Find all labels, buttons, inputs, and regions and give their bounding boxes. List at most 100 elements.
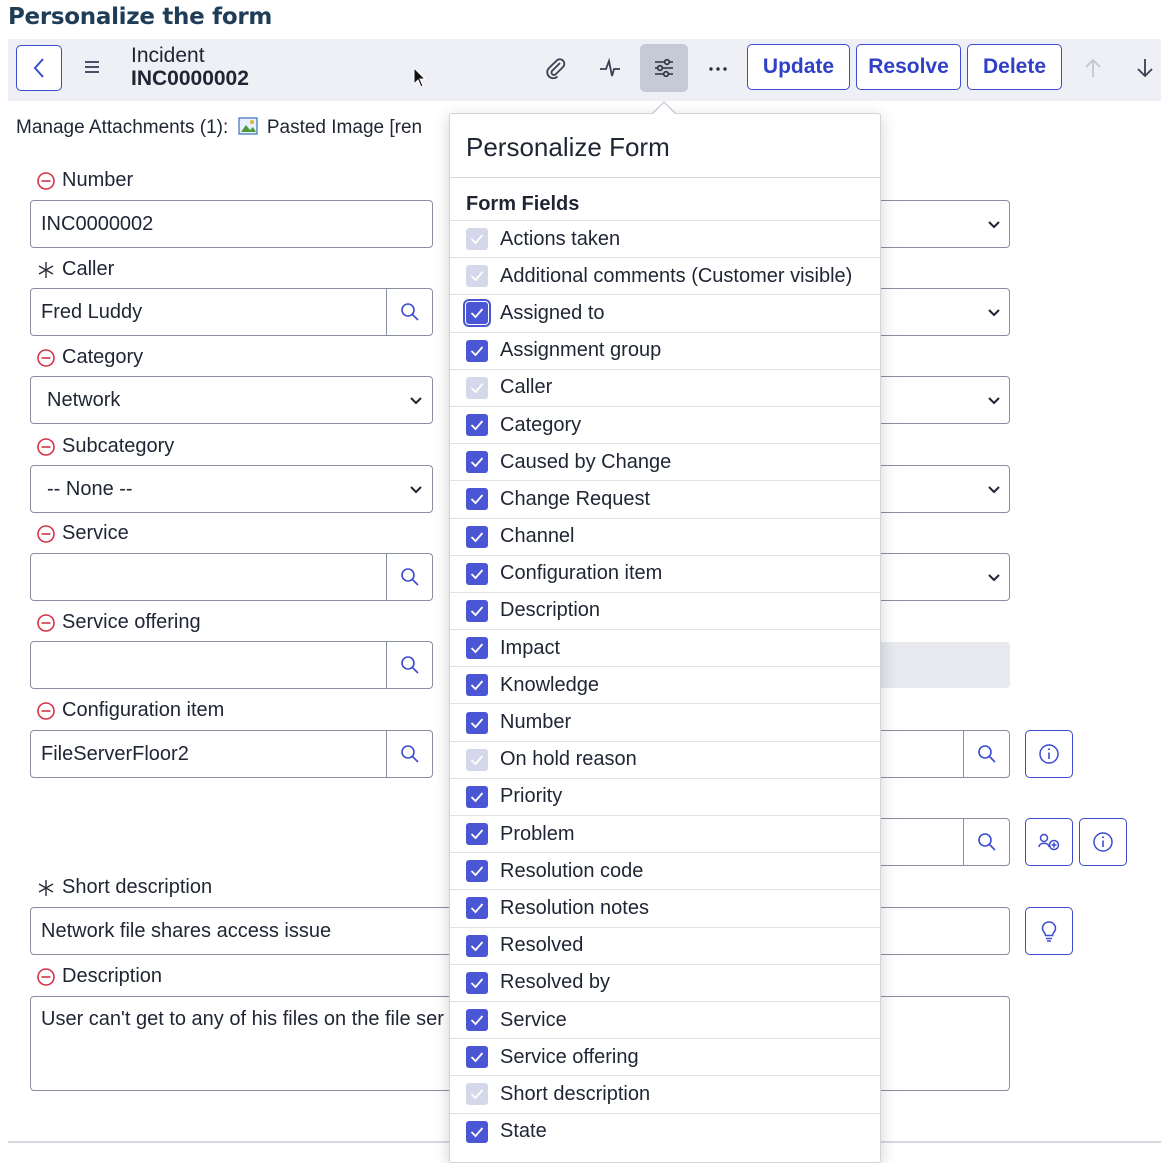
checkbox-checked[interactable] [466, 860, 488, 883]
form-field-row[interactable]: Resolution code [450, 852, 880, 889]
form-field-row[interactable]: Short description [450, 1075, 880, 1112]
right-lookup-button-1[interactable] [963, 731, 1009, 777]
checkbox-checked[interactable] [466, 971, 488, 994]
form-field-row[interactable]: Configuration item [450, 554, 880, 592]
subcategory-select[interactable]: -- None -- [30, 465, 433, 513]
form-field-row[interactable]: State [450, 1112, 880, 1150]
checkmark-icon [470, 829, 484, 840]
activity-button[interactable] [586, 44, 634, 92]
checkbox-checked[interactable] [466, 562, 488, 585]
subcategory-value: -- None -- [47, 477, 133, 500]
checkbox-checked[interactable] [466, 599, 488, 622]
caller-field[interactable]: Fred Luddy [30, 288, 433, 336]
checkbox-checked[interactable] [466, 674, 488, 697]
form-field-row[interactable]: Resolved by [450, 963, 880, 1001]
number-field[interactable]: INC0000002 [30, 200, 433, 248]
right-lookup-button-2[interactable] [963, 819, 1009, 865]
checkbox-checked[interactable] [466, 1120, 488, 1143]
checkbox-checked[interactable] [466, 711, 488, 734]
checkbox-checked[interactable] [466, 637, 488, 660]
checkbox-checked[interactable] [466, 785, 488, 808]
checkbox-checked[interactable] [466, 934, 488, 957]
form-field-row[interactable]: Knowledge [450, 666, 880, 703]
search-icon [400, 745, 419, 763]
form-field-row[interactable]: Service offering [450, 1038, 880, 1075]
chevron-down-icon [410, 397, 422, 405]
service-field[interactable] [30, 553, 433, 601]
form-field-row[interactable]: Number [450, 703, 880, 740]
caller-value: Fred Luddy [41, 300, 143, 323]
checkbox-checked[interactable] [466, 451, 488, 474]
checkbox-checked[interactable] [466, 1046, 488, 1069]
add-group-button[interactable] [1025, 818, 1073, 866]
record-title: Incident INC0000002 [131, 44, 249, 90]
configuration-item-value: FileServerFloor2 [41, 742, 189, 765]
checkbox-checked[interactable] [466, 414, 488, 437]
checkmark-icon [470, 420, 484, 431]
form-field-row[interactable]: Resolution notes [450, 889, 880, 926]
search-icon [977, 745, 996, 763]
chevron-down-icon [410, 486, 422, 494]
more-options-button[interactable] [694, 44, 742, 92]
search-icon [400, 303, 419, 321]
delete-button[interactable]: Delete [967, 44, 1062, 90]
form-field-row[interactable]: Description [450, 591, 880, 629]
short-description-label-text: Short description [62, 876, 213, 898]
mandatory-minus-icon [37, 348, 55, 367]
configuration-item-field[interactable]: FileServerFloor2 [30, 730, 433, 778]
checkmark-icon [470, 1052, 484, 1063]
service-offering-field[interactable] [30, 641, 433, 689]
checkbox-checked[interactable] [463, 299, 491, 328]
form-field-row[interactable]: Actions taken [450, 220, 880, 257]
checkbox-checked[interactable] [466, 1009, 488, 1032]
form-field-row[interactable]: Category [450, 405, 880, 443]
form-field-row[interactable]: Resolved [450, 926, 880, 964]
manage-attachments-link[interactable]: Manage Attachments (1): [16, 117, 228, 138]
attachments-bar: Manage Attachments (1): Pasted Image [re… [16, 116, 422, 139]
form-field-row[interactable]: Service [450, 1000, 880, 1038]
form-field-row[interactable]: Caused by Change [450, 443, 880, 480]
checkbox-checked[interactable] [466, 525, 488, 548]
service-lookup-button[interactable] [386, 554, 432, 600]
category-select[interactable]: Network [30, 376, 433, 424]
checkmark-icon [470, 383, 484, 394]
description-label: Description [36, 965, 162, 988]
suggestion-button[interactable] [1025, 907, 1073, 955]
form-field-label: Resolution notes [500, 896, 649, 919]
service-offering-lookup-button[interactable] [386, 642, 432, 688]
resolve-button[interactable]: Resolve [856, 44, 961, 90]
popover-divider [450, 177, 880, 178]
back-button[interactable] [16, 45, 62, 91]
form-field-row[interactable]: Change Request [450, 480, 880, 517]
form-field-row[interactable]: Problem [450, 815, 880, 852]
info-button-2[interactable] [1079, 818, 1127, 866]
form-field-row[interactable]: Channel [450, 517, 880, 555]
checkmark-icon [470, 1015, 484, 1026]
previous-record-button[interactable] [1069, 44, 1117, 92]
form-field-row[interactable]: Caller [450, 368, 880, 406]
form-field-row[interactable]: Assignment group [450, 331, 880, 369]
caller-lookup-button[interactable] [386, 289, 432, 335]
chevron-down-icon [988, 486, 1000, 494]
checkbox-checked[interactable] [466, 488, 488, 511]
category-label-text: Category [62, 346, 144, 368]
configuration-item-lookup-button[interactable] [386, 731, 432, 777]
info-button-1[interactable] [1025, 730, 1073, 778]
context-menu-icon[interactable] [80, 55, 104, 79]
checkmark-icon [470, 308, 484, 319]
form-field-label: Impact [500, 636, 561, 659]
attachment-file-link[interactable]: Pasted Image [ren [267, 117, 422, 138]
form-field-row[interactable]: Impact [450, 629, 880, 666]
next-record-button[interactable] [1121, 44, 1161, 92]
attachment-button[interactable] [532, 44, 580, 92]
update-button[interactable]: Update [747, 44, 850, 90]
form-field-row[interactable]: On hold reason [450, 740, 880, 778]
checkbox-checked[interactable] [466, 339, 488, 362]
required-asterisk-icon [38, 879, 54, 896]
checkbox-checked[interactable] [466, 823, 488, 846]
form-field-row[interactable]: Assigned to [450, 294, 880, 331]
checkbox-checked[interactable] [466, 897, 488, 920]
form-field-row[interactable]: Priority [450, 777, 880, 815]
form-field-row[interactable]: Additional comments (Customer visible) [450, 257, 880, 294]
personalize-form-button[interactable] [640, 44, 688, 92]
